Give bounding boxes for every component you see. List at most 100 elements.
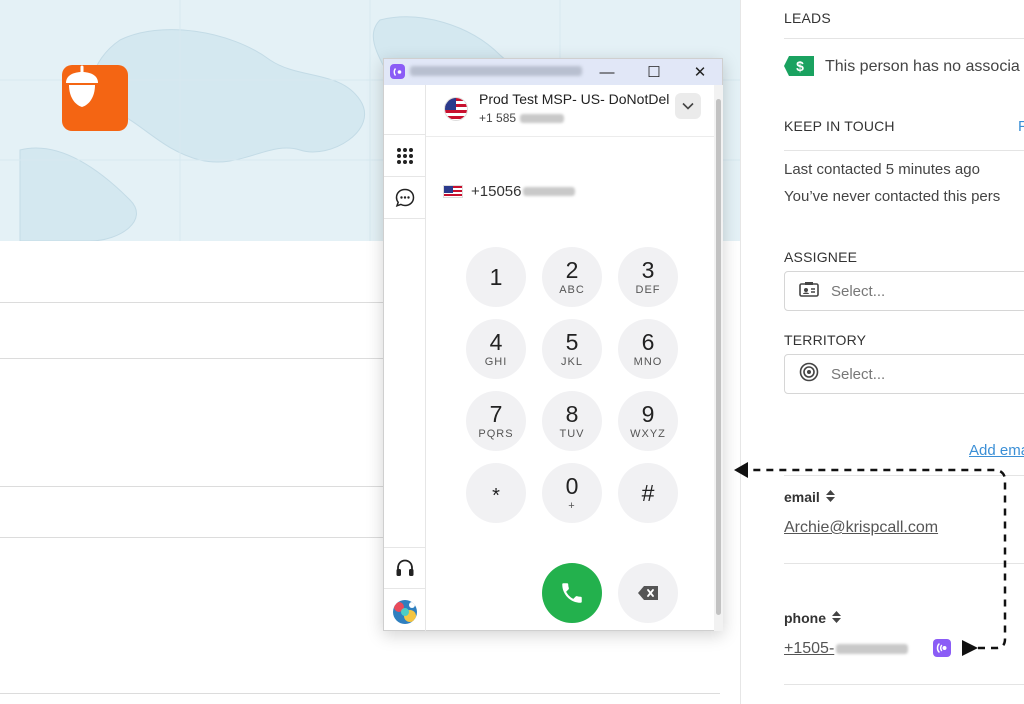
key-digit: 9 [641, 401, 655, 427]
key-letters: DEF [635, 284, 661, 296]
territory-title: TERRITORY [784, 332, 867, 348]
keep-in-touch-title: KEEP IN TOUCH [784, 118, 895, 134]
key-digit: * [492, 485, 500, 507]
account-number: +1 585 [479, 111, 565, 125]
chat-bubble-icon[interactable] [384, 177, 425, 219]
sort-icon[interactable] [825, 489, 835, 505]
phone-value-text[interactable]: +1505- [784, 640, 834, 657]
backspace-icon [638, 586, 658, 600]
redacted-url [410, 66, 582, 76]
target-icon [799, 362, 819, 386]
assignee-select[interactable]: Select... [784, 271, 1024, 311]
call-button[interactable] [542, 563, 602, 623]
assignee-title: ASSIGNEE [784, 249, 858, 265]
keypad-key[interactable]: 8 TUV [542, 391, 602, 451]
add-email-link[interactable]: Add ema [969, 442, 1024, 459]
phone-label-text: phone [784, 610, 826, 626]
krispcall-app-icon [390, 64, 405, 79]
account-name: Prod Test MSP- US- DoNotDel [479, 91, 670, 107]
leads-title: LEADS [784, 10, 831, 26]
close-button[interactable]: ✕ [677, 59, 723, 85]
keypad-key[interactable]: 0 + [542, 463, 602, 523]
sort-icon[interactable] [832, 610, 841, 626]
key-letters: MNO [633, 356, 663, 368]
key-digit: 8 [565, 401, 579, 427]
keypad-key[interactable]: # [618, 463, 678, 523]
svg-text:$: $ [796, 58, 804, 74]
key-digit: 2 [565, 257, 579, 283]
dialed-number-text[interactable]: +15056 [471, 183, 521, 200]
lead-dollar-icon: $ [784, 56, 814, 76]
key-digit: # [641, 480, 655, 506]
key-digit: 1 [489, 264, 503, 290]
account-selector[interactable]: Prod Test MSP- US- DoNotDel +1 585 [426, 85, 714, 137]
scrollbar-thumb[interactable] [716, 99, 721, 615]
keypad-key[interactable]: 2 ABC [542, 247, 602, 307]
redacted-dialed-digits [523, 187, 576, 196]
keypad-key[interactable]: 1 [466, 247, 526, 307]
section-divider [784, 150, 1024, 151]
key-digit: 7 [489, 401, 503, 427]
section-divider [784, 38, 1024, 39]
territory-placeholder: Select... [831, 365, 886, 383]
row-divider [0, 693, 720, 694]
app-page: LEADS $ This person has no associa KEEP … [0, 0, 1024, 704]
keypad-key[interactable]: 6 MNO [618, 319, 678, 379]
headset-icon[interactable] [384, 547, 425, 589]
email-field-label: email [784, 489, 835, 505]
email-label-text: email [784, 489, 820, 505]
leads-empty-text: This person has no associa [825, 58, 1020, 75]
account-number-text: +1 585 [479, 111, 517, 125]
keypad-key[interactable]: * [466, 463, 526, 523]
keep-in-touch-link[interactable]: F [1018, 118, 1024, 135]
key-letters: TUV [559, 428, 585, 440]
section-divider [784, 563, 1024, 564]
phone-icon [562, 583, 582, 603]
keypad-key[interactable]: 4 GHI [466, 319, 526, 379]
dialer-titlebar[interactable]: — ☐ ✕ [384, 59, 722, 85]
key-digit: 3 [641, 257, 655, 283]
us-flag-icon [443, 185, 463, 198]
sidebar-spacer [384, 85, 425, 135]
section-divider [784, 475, 1024, 476]
key-digit: 5 [565, 329, 579, 355]
email-value-link[interactable]: Archie@krispcall.com [784, 519, 938, 537]
section-divider [784, 684, 1024, 685]
keypad-grid-icon[interactable] [384, 135, 425, 177]
dialer-main-area: Prod Test MSP- US- DoNotDel +1 585 +1505… [426, 85, 714, 631]
chevron-down-icon[interactable] [675, 93, 701, 119]
redacted-phone-digits [836, 643, 909, 654]
phone-field-label: phone [784, 610, 841, 626]
phone-value-link[interactable]: +1505- [784, 640, 909, 658]
key-digit: 6 [641, 329, 655, 355]
krispcall-call-icon[interactable] [933, 639, 951, 657]
key-digit: 0 [565, 473, 579, 499]
key-letters: WXYZ [630, 428, 666, 440]
last-contacted-text: Last contacted 5 minutes ago [784, 161, 980, 178]
keypad-key[interactable]: 9 WXYZ [618, 391, 678, 451]
keypad-key[interactable]: 5 JKL [542, 319, 602, 379]
key-letters: + [568, 500, 576, 512]
maximize-button[interactable]: ☐ [631, 59, 677, 85]
assignee-placeholder: Select... [831, 282, 886, 300]
acorn-logo-icon[interactable] [62, 65, 128, 131]
key-letters: PQRS [478, 428, 514, 440]
dialed-number-display: +15056 [443, 183, 576, 200]
territory-select[interactable]: Select... [784, 354, 1024, 394]
key-letters: JKL [561, 356, 583, 368]
key-letters: GHI [484, 356, 508, 368]
keypad-key[interactable]: 7 PQRS [466, 391, 526, 451]
key-letters: ABC [559, 284, 585, 296]
backspace-button[interactable] [618, 563, 678, 623]
minimize-button[interactable]: — [584, 59, 630, 85]
keypad-key[interactable]: 3 DEF [618, 247, 678, 307]
dialer-scrollbar[interactable] [714, 85, 723, 631]
us-flag-icon [444, 97, 468, 121]
redacted-account-digits [520, 114, 565, 124]
user-avatar[interactable] [384, 591, 425, 633]
key-digit: 4 [489, 329, 503, 355]
never-contacted-text: You’ve never contacted this pers [784, 188, 1001, 205]
contact-card-icon [799, 281, 819, 301]
contact-side-panel: LEADS $ This person has no associa KEEP … [740, 0, 1024, 704]
krispcall-dialer-window: — ☐ ✕ Prod Test MSP- US- DoNotDel +1 585… [383, 58, 723, 631]
